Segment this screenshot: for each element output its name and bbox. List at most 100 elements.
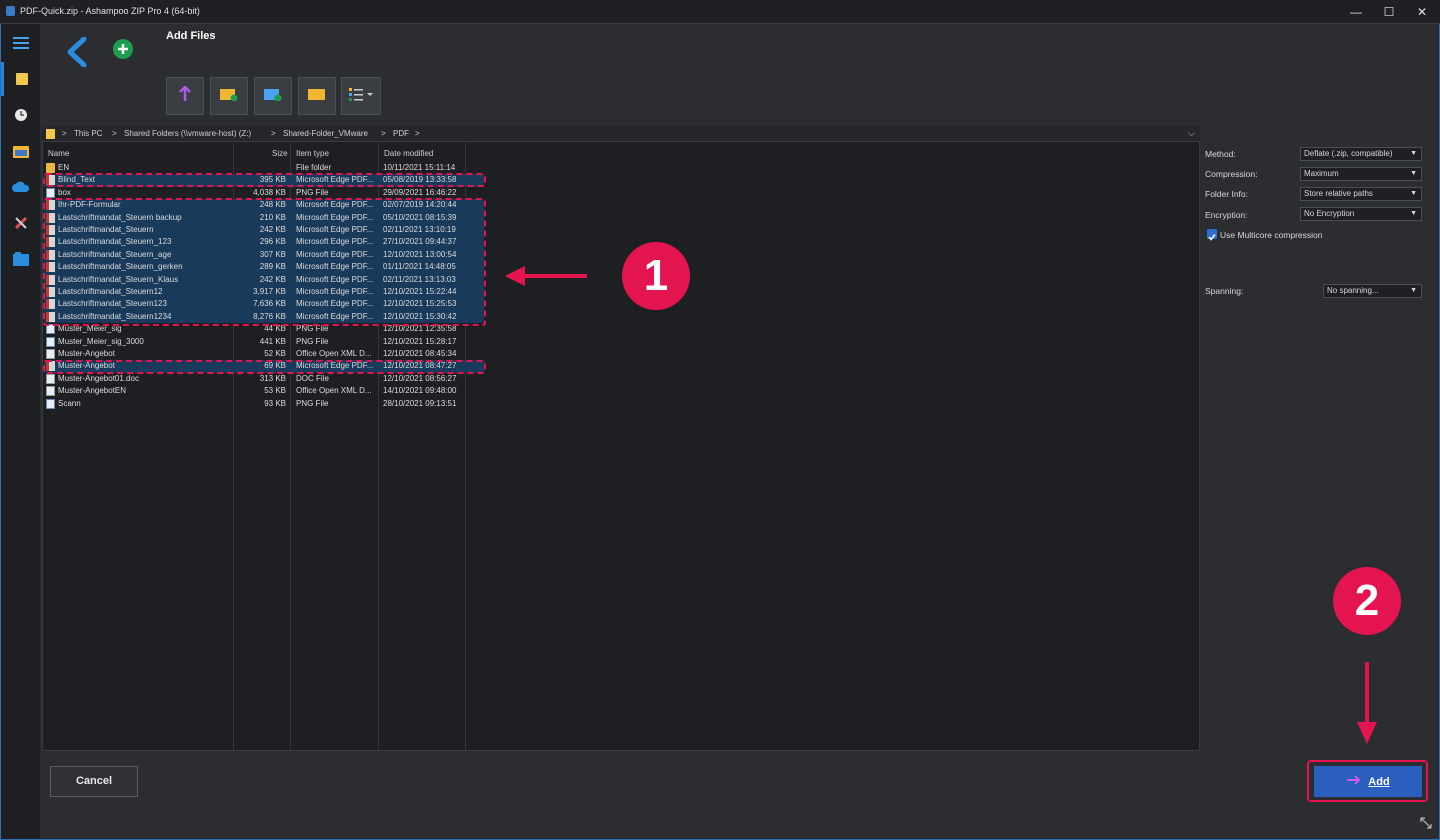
- file-type: DOC File: [296, 373, 329, 383]
- up-folder-button[interactable]: [166, 77, 204, 115]
- add-button-label: Add: [1368, 775, 1390, 788]
- file-date: 28/10/2021 09:13:51: [383, 398, 457, 408]
- add-plus-icon[interactable]: [112, 38, 134, 65]
- file-name: Muster-AngebotEN: [58, 386, 127, 396]
- new-folder-icon: [220, 87, 238, 106]
- add-button[interactable]: Add: [1314, 766, 1422, 797]
- column-header-name[interactable]: Name: [48, 149, 69, 158]
- breadcrumb-separator: >: [381, 129, 386, 138]
- file-type: PNG File: [296, 336, 329, 346]
- menu-icon[interactable]: [1, 26, 40, 60]
- title-bar: PDF-Quick.zip - Ashampoo ZIP Pro 4 (64-b…: [0, 0, 1440, 24]
- breadcrumb-separator: >: [415, 129, 420, 138]
- file-size: 93 KB: [264, 398, 286, 408]
- back-icon[interactable]: [64, 36, 88, 72]
- encryption-label: Encryption:: [1205, 210, 1248, 220]
- dropdown-arrow-icon: ▼: [1410, 150, 1417, 157]
- annotation-badge-2: 2: [1333, 567, 1401, 635]
- compression-select[interactable]: Maximum ▼: [1300, 167, 1422, 181]
- method-select[interactable]: Deflate (.zip, compatible) ▼: [1300, 147, 1422, 161]
- cancel-button[interactable]: Cancel: [50, 766, 138, 797]
- encryption-select[interactable]: No Encryption ▼: [1300, 207, 1422, 221]
- breadcrumb-shared-folders[interactable]: Shared Folders (\\vmware-host) (Z:): [124, 129, 251, 138]
- compression-label: Compression:: [1205, 169, 1258, 179]
- folder-info-select[interactable]: Store relative paths ▼: [1300, 187, 1422, 201]
- table-row[interactable]: Muster_Meier_sig_3000 441 KB PNG File 12/10…: [44, 336, 484, 348]
- file-name: Scann: [58, 398, 81, 408]
- table-row[interactable]: Scann 93 KB PNG File 28/10/2021 09:13:51: [44, 398, 484, 410]
- file-name: Muster-Angebot: [58, 349, 115, 358]
- page-title: Add Files: [166, 30, 216, 42]
- explorer-icon[interactable]: [1, 134, 40, 168]
- file-size: 52 KB: [264, 349, 286, 358]
- file-type: Office Open XML D...: [296, 386, 372, 396]
- spanning-select[interactable]: No spanning... ▼: [1323, 284, 1422, 298]
- window-title: PDF-Quick.zip - Ashampoo ZIP Pro 4 (64-b…: [20, 6, 200, 16]
- minimize-button[interactable]: —: [1338, 0, 1374, 24]
- table-row[interactable]: Muster-Angebot01.doc 313 KB DOC File 12/10/…: [44, 373, 484, 385]
- file-type: PNG File: [296, 398, 329, 408]
- clock-icon[interactable]: [1, 98, 40, 132]
- png-file-icon: [46, 187, 55, 198]
- maximize-button[interactable]: ☐: [1371, 0, 1407, 24]
- dropdown-arrow-icon: ▼: [1410, 287, 1417, 294]
- new-folder-button[interactable]: [210, 77, 248, 115]
- breadcrumb-pdf[interactable]: PDF: [393, 129, 409, 138]
- doc-file-icon: [46, 386, 55, 397]
- close-button[interactable]: ✕: [1404, 0, 1440, 24]
- file-name: box: [58, 187, 71, 197]
- breadcrumb-separator: >: [62, 129, 67, 138]
- checkmark-icon: [1208, 234, 1216, 241]
- file-date: 29/09/2021 16:46:22: [383, 187, 457, 197]
- file-name: Muster-Angebot01.doc: [58, 373, 139, 383]
- view-options-button[interactable]: [341, 77, 381, 115]
- dropdown-arrow-icon: ▼: [1410, 190, 1417, 197]
- file-type: Office Open XML D...: [296, 349, 372, 358]
- folder-info-value: Store relative paths: [1304, 189, 1373, 198]
- sidebar: [1, 24, 40, 839]
- table-row[interactable]: Muster-AngebotEN 53 KB Office Open XML D..…: [44, 385, 484, 397]
- breadcrumb[interactable]: > This PC > Shared Folders (\\vmware-hos…: [42, 126, 1200, 142]
- spanning-label: Spanning:: [1205, 286, 1244, 296]
- table-row[interactable]: Muster-Angebot 52 KB Office Open XML D... 1…: [44, 348, 484, 360]
- dropdown-arrow-icon: ▼: [1410, 210, 1417, 217]
- breadcrumb-separator: >: [271, 129, 276, 138]
- file-size: 441 KB: [259, 336, 286, 346]
- arrow-right-icon: [1346, 775, 1362, 788]
- file-type: PNG File: [296, 187, 329, 197]
- doc-file-icon: [46, 373, 55, 384]
- arrow-up-icon: [178, 84, 192, 107]
- add-location-button[interactable]: [254, 77, 292, 115]
- annotation-arrow-down-icon: [1355, 662, 1379, 751]
- list-view-icon: [349, 87, 373, 106]
- window-icon[interactable]: [1, 242, 40, 276]
- breadcrumb-folder-icon: [46, 129, 55, 139]
- spanning-value: No spanning...: [1327, 286, 1379, 295]
- folder-icon: [308, 87, 326, 106]
- sidebar-files-icon[interactable]: [1, 62, 40, 96]
- annotation-highlight-box: [43, 173, 486, 187]
- file-type: File folder: [296, 163, 332, 172]
- cloud-icon[interactable]: [1, 170, 40, 204]
- annotation-highlight-box: [43, 198, 486, 326]
- multicore-checkbox[interactable]: [1207, 229, 1217, 241]
- column-header-type[interactable]: Item type: [296, 149, 329, 158]
- multicore-label: Use Multicore compression: [1220, 230, 1323, 240]
- file-size: 313 KB: [259, 373, 286, 383]
- file-date: 12/10/2021 15:28:17: [383, 336, 457, 346]
- column-header-size[interactable]: Size: [272, 149, 288, 158]
- folder-info-label: Folder Info:: [1205, 189, 1248, 199]
- file-date: 12/10/2021 08:45:34: [383, 349, 457, 358]
- file-name: EN: [58, 163, 70, 172]
- app-icon: [6, 6, 15, 16]
- chevron-down-icon[interactable]: ⌵: [1188, 128, 1195, 139]
- breadcrumb-this-pc[interactable]: This PC: [74, 129, 102, 138]
- file-date: 10/11/2021 15:11:14: [383, 163, 456, 172]
- column-header-date[interactable]: Date modified: [384, 149, 433, 158]
- png-file-icon: [46, 398, 55, 409]
- method-value: Deflate (.zip, compatible): [1304, 149, 1393, 158]
- tools-icon[interactable]: [1, 206, 40, 240]
- open-folder-button[interactable]: [298, 77, 336, 115]
- breadcrumb-shared-folder-vmware[interactable]: Shared-Folder_VMware: [283, 129, 368, 138]
- resize-grip-icon[interactable]: [1419, 816, 1433, 835]
